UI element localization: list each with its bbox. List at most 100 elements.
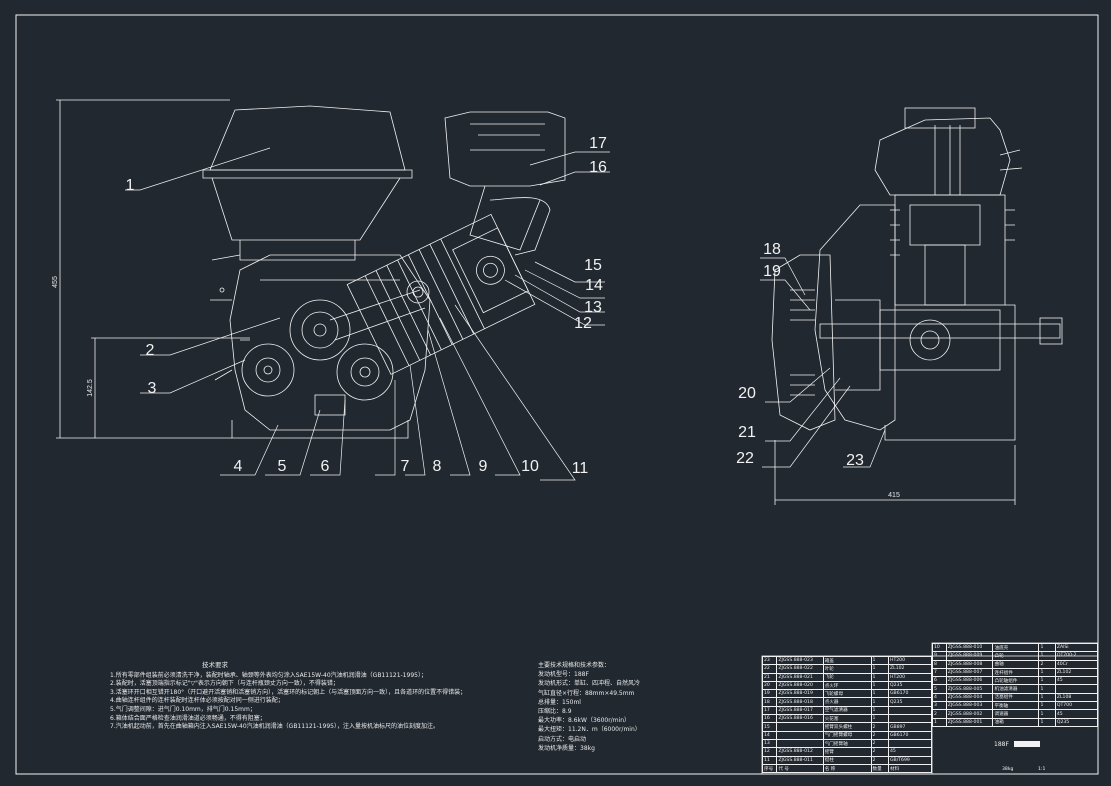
table-row: 15 摇臂双头螺柱 2 GB897 — [761, 722, 933, 732]
cell-mat: Q235 — [887, 680, 933, 691]
cell-name: 活塞组件 — [992, 692, 1040, 703]
cell-name: 火花塞 — [822, 714, 872, 724]
cell-mat: QT700 — [1054, 701, 1099, 711]
cell-qty: 1 — [870, 689, 889, 699]
table-row: 5 ZJGSS.888-005 机油滤清器 1 — [932, 684, 1099, 694]
cell-code: ZJGSS.888-020 — [776, 680, 824, 691]
part-number-11: 11 — [572, 460, 589, 477]
dim-width: 415 — [888, 492, 900, 499]
cell-code — [776, 722, 824, 732]
cell-mat: 45 — [1054, 676, 1099, 686]
cell-no: 17 — [761, 705, 778, 716]
part-number-18: 18 — [763, 241, 781, 258]
leader-lines-right — [760, 257, 886, 468]
tech-requirements-title: 技术要求 — [202, 661, 228, 669]
cell-code: ZJGSS.888-011 — [776, 755, 824, 765]
cell-code: ZJGSS.888-016 — [776, 714, 824, 724]
cell-name: 摇臂双头螺柱 — [822, 722, 872, 732]
tech-req-item: 2.装配时，活塞顶端指示标记"▽"表示方向朝下（与连杆瓶颈丈方向一致），不得装错… — [110, 680, 339, 688]
cell-name: 凸轮 — [992, 651, 1040, 661]
part-number-4: 4 — [234, 458, 243, 475]
cell-code: ZJGSS.888-008 — [945, 659, 994, 669]
cell-code: ZJGSS.888-012 — [776, 747, 824, 757]
cell-name: 连杆组件 — [992, 667, 1040, 678]
part-number-10: 10 — [521, 458, 539, 475]
cell-code: ZJGSS.888-021 — [776, 672, 824, 682]
cell-no: 19 — [761, 689, 778, 699]
cell-qty: 2 — [870, 747, 889, 757]
cell-name: 空气滤清器 — [822, 705, 872, 716]
cell-no: 16 — [761, 714, 778, 724]
cell-mat: ZL102 — [887, 664, 933, 674]
cell-qty: 1 — [1038, 642, 1056, 653]
cell-no: 8 — [932, 659, 947, 669]
cell-no: 6 — [932, 676, 947, 686]
table-row: 14 气门摇臂螺母 2 GB6170 — [761, 730, 933, 740]
part-number-20: 20 — [738, 385, 756, 402]
cell-qty: 1 — [1038, 651, 1056, 661]
cell-no: 13 — [761, 738, 778, 749]
title-bar — [1014, 741, 1040, 747]
part-number-14: 14 — [585, 277, 603, 294]
tech-req-item: 4.曲轴连杆组件的连杆装配时连杆体必须按配对同一侧进行装配； — [110, 697, 284, 705]
table-row: 8 ZJGSS.888-008 曲轴 2 40Cr — [932, 659, 1099, 669]
cell-no: 23 — [761, 655, 778, 666]
cell-qty: 1 — [1038, 684, 1056, 694]
table-row: 20 ZJGSS.888-020 点火环 1 Q235 — [761, 680, 933, 691]
table-row: 10 ZJGSS.888-010 油底壳 1 ZAlSi — [932, 642, 1099, 653]
cell-code: ZJGSS.888-002 — [945, 709, 994, 719]
part-number-21: 21 — [738, 424, 756, 441]
cell-no: 4 — [932, 692, 947, 703]
cell-code: ZJGSS.888-023 — [776, 655, 824, 666]
spec-item: 发动机净质量：38kg — [538, 744, 595, 752]
side-view — [56, 99, 566, 439]
cell-code: ZJGSS.888-018 — [776, 697, 824, 707]
cell-no: 12 — [761, 747, 778, 757]
cell-code: ZJGSS.888-007 — [945, 667, 994, 678]
spec-item: 发动机形式：单缸、四冲程、自然风冷 — [538, 680, 641, 688]
cell-code: ZJGSS.888-017 — [776, 705, 824, 716]
cell-name: 曲轴 — [992, 659, 1040, 669]
dim-crank-height: 142.5 — [87, 379, 94, 397]
cell-mat: GB/T699 — [887, 755, 933, 765]
cell-code: ZJGSS.888-019 — [776, 689, 824, 699]
part-number-17: 17 — [589, 135, 607, 152]
cell-code — [776, 730, 824, 740]
title-block: 188F 38kg 1:1 — [932, 718, 1098, 775]
cell-name: 叶轮 — [822, 664, 872, 674]
part-number-3: 3 — [148, 380, 157, 397]
cell-qty: 1 — [870, 655, 889, 666]
part-number-13: 13 — [584, 299, 602, 316]
cell-name: 机油滤清器 — [992, 684, 1040, 694]
part-number-22: 22 — [736, 450, 754, 467]
cell-no: 20 — [761, 680, 778, 691]
cell-qty: 1 — [1038, 709, 1056, 719]
specs-title: 主要技术规格和技术参数： — [538, 662, 611, 669]
table-row: 2 ZJGSS.888-002 调速器 1 45 — [932, 709, 1099, 719]
table-row: 6 ZJGSS.888-006 凸轮轴组件 1 45 — [932, 676, 1099, 686]
cell-code: ZJGSS.888-004 — [945, 692, 994, 703]
part-number-23: 23 — [846, 452, 864, 469]
tech-req-item: 6.箱体结合面严格检查油润滑油道必须畅通，不得有阻塞； — [110, 714, 266, 722]
cell-no: 10 — [932, 642, 947, 653]
cell-code: ZJGSS.888-006 — [945, 676, 994, 686]
cell-qty: 2 — [870, 722, 889, 732]
spec-item: 启动方式：电启动 — [538, 735, 587, 743]
cell-mat: HT200 — [887, 655, 933, 666]
cell-name: 点火器 — [822, 697, 872, 707]
part-number-19: 19 — [763, 263, 781, 280]
cell-name: 油底壳 — [992, 642, 1040, 653]
part-number-8: 8 — [433, 458, 442, 475]
spec-item: 压缩比：8.9 — [538, 708, 572, 716]
spec-item: 气缸直径×行程：88mm×49.5mm — [538, 689, 635, 697]
spec-item: 最大扭矩：11.2N．m（6000r/min） — [538, 726, 641, 734]
table-row: 23 ZJGSS.888-023 箱盖 1 HT200 — [761, 655, 933, 666]
table-row: 序号代 号名 称数量 材料 — [761, 763, 933, 774]
cell-no: 3 — [932, 701, 947, 711]
table-row: 19 ZJGSS.888-019 飞轮螺母 1 GB6170 — [761, 689, 933, 699]
cell-mat — [887, 738, 933, 749]
cell-code: ZJGSS.888-005 — [945, 684, 994, 694]
cell-mat — [887, 705, 933, 716]
cell-no: 22 — [761, 664, 778, 674]
parts-list-left: 23 ZJGSS.888-023 箱盖 1 HT200 22 ZJGSS.888-022 叶轮… — [761, 655, 933, 774]
